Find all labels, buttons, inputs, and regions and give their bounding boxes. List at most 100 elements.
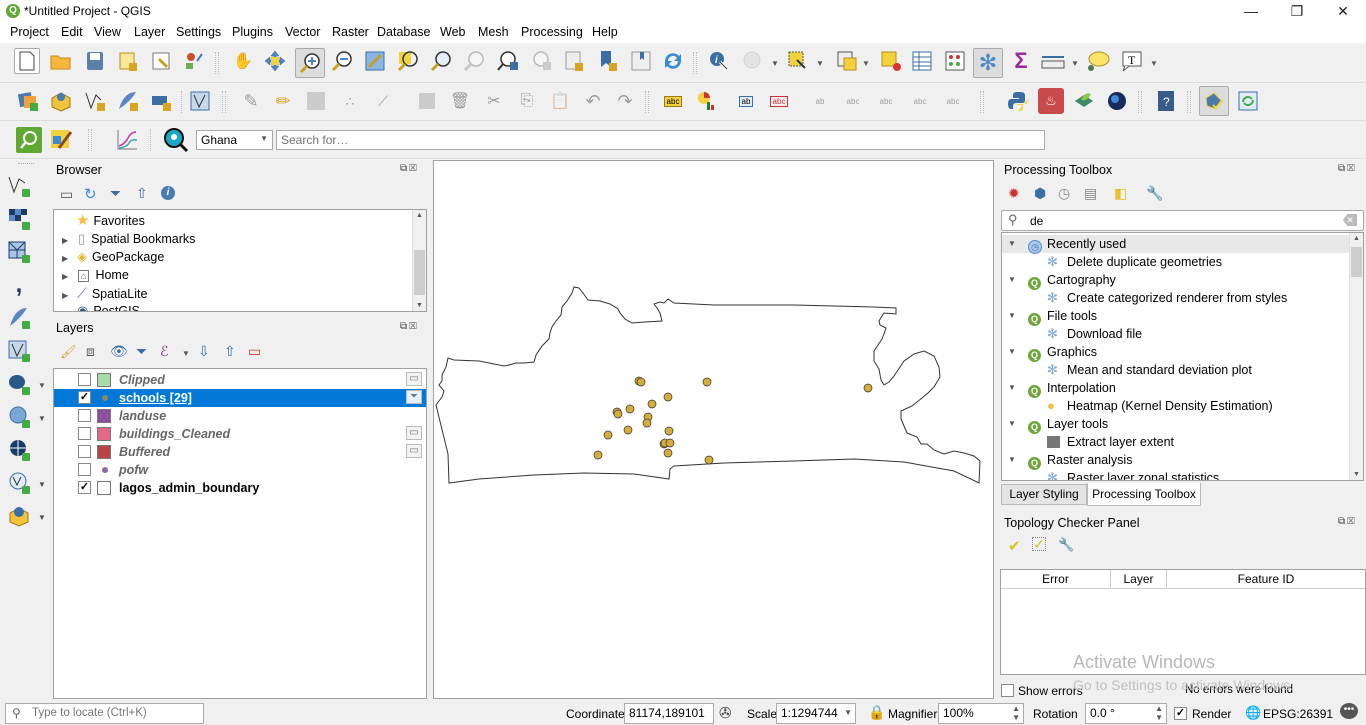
panel-float-close-icons[interactable]: ⧉☒ xyxy=(1338,163,1357,174)
filter-legend-icon[interactable]: ⏷ xyxy=(136,343,147,360)
chevron-down-icon[interactable]: ▼ xyxy=(38,381,46,390)
menu-raster[interactable]: Raster xyxy=(330,25,371,39)
zoom-out-icon[interactable] xyxy=(329,48,355,74)
collapse-arrow-icon[interactable]: ▼ xyxy=(1008,379,1016,397)
menu-plugins[interactable]: Plugins xyxy=(230,25,275,39)
db-manager-icon[interactable]: ♨ xyxy=(1038,88,1064,114)
clear-search-icon[interactable]: ✕ xyxy=(1343,214,1357,226)
chevron-down-icon[interactable]: ▼ xyxy=(1150,59,1158,68)
coordinate-field[interactable]: 81174,189101 xyxy=(624,703,714,724)
globe-plugin-icon[interactable] xyxy=(1104,88,1130,114)
layer-row[interactable]: ✓ lagos_admin_boundary xyxy=(54,479,426,497)
school-point[interactable] xyxy=(593,450,603,460)
processing-search-field[interactable]: ⚲ de ✕ xyxy=(1001,210,1364,231)
school-point[interactable] xyxy=(863,383,873,393)
map-canvas[interactable] xyxy=(433,160,994,699)
memory-layer-icon[interactable]: ▭ xyxy=(406,426,422,440)
menu-processing[interactable]: Processing xyxy=(519,25,585,39)
new-project-icon[interactable] xyxy=(14,48,40,74)
crs-globe-icon[interactable]: 🌐 xyxy=(1245,705,1261,721)
add-virtual-layer-icon[interactable] xyxy=(6,338,32,364)
validate-extent-icon[interactable]: ✓ xyxy=(1032,537,1046,551)
menu-layer[interactable]: Layer xyxy=(132,25,167,39)
processing-group[interactable]: ▼ Q File tools xyxy=(1002,307,1350,326)
panel-float-close-icons[interactable]: ⧉☒ xyxy=(400,163,419,174)
messages-icon[interactable]: ••• xyxy=(1340,703,1358,719)
menu-help[interactable]: Help xyxy=(590,25,620,39)
current-edits-icon[interactable]: ✎ xyxy=(238,88,264,114)
layer-row[interactable]: ✓ schools [29] ⏷ xyxy=(54,389,426,407)
new-bookmark-icon[interactable] xyxy=(595,48,621,74)
processing-group[interactable]: ▼ Q Layer tools xyxy=(1002,415,1350,434)
processing-group[interactable]: ▼ ◷ Recently used xyxy=(1002,235,1350,254)
browser-item-spatialite[interactable]: ▶ ⟋ SpatiaLite xyxy=(62,284,147,302)
layer-row[interactable]: pofw xyxy=(54,461,426,479)
tab-processing-toolbox[interactable]: Processing Toolbox xyxy=(1087,483,1201,506)
rotate-label-icon[interactable]: abc xyxy=(907,88,933,114)
school-point[interactable] xyxy=(704,455,714,465)
select-by-value-icon[interactable] xyxy=(834,48,860,74)
manage-visibility-icon[interactable]: 👁 xyxy=(110,343,128,360)
paste-features-icon[interactable]: 📋 xyxy=(547,88,573,114)
browser-scrollbar[interactable]: ▲ ▼ xyxy=(412,210,426,311)
menu-web[interactable]: Web xyxy=(438,25,467,39)
school-point[interactable] xyxy=(702,377,712,387)
toggle-extents-icon[interactable]: ✇ xyxy=(719,704,732,722)
select-features-icon[interactable] xyxy=(785,48,811,74)
layer-labeling-icon[interactable]: abc xyxy=(660,88,686,114)
processing-algorithm[interactable]: ● Heatmap (Kernel Density Estimation) xyxy=(1002,397,1350,415)
school-point[interactable] xyxy=(636,377,646,387)
column-header-error[interactable]: Error xyxy=(1001,570,1111,589)
validate-all-icon[interactable]: ✔ xyxy=(1008,537,1021,555)
scale-combo[interactable]: 1:1294744 ▼ xyxy=(776,703,856,724)
change-label-icon[interactable]: abc xyxy=(940,88,966,114)
python-console-icon[interactable] xyxy=(1005,88,1031,114)
new-shapefile-layer-icon[interactable] xyxy=(82,88,108,114)
school-point[interactable] xyxy=(663,392,673,402)
processing-algorithm[interactable]: ✻ Raster layer zonal statistics xyxy=(1002,469,1350,480)
processing-algorithm[interactable]: Extract layer extent xyxy=(1002,433,1350,451)
save-project-icon[interactable] xyxy=(82,48,108,74)
column-header-feature-id[interactable]: Feature ID xyxy=(1167,570,1365,589)
cut-features-icon[interactable]: ✂ xyxy=(481,88,507,114)
scroll-down-icon[interactable]: ▼ xyxy=(416,302,423,309)
locator-search[interactable]: ⚲ Type to locate (Ctrl+K) xyxy=(5,703,204,724)
deselect-all-icon[interactable] xyxy=(878,48,904,74)
filter-icon[interactable]: ⏷ xyxy=(406,390,422,404)
collapse-all-icon[interactable]: ⇧ xyxy=(224,343,236,360)
layer-visibility-checkbox[interactable]: ✓ xyxy=(78,481,91,494)
add-group-icon[interactable]: ⧈ xyxy=(86,343,95,360)
layer-visibility-checkbox[interactable]: ✓ xyxy=(78,391,91,404)
spin-arrows-icon[interactable]: ▲ ▼ xyxy=(1155,704,1163,722)
chevron-down-icon[interactable]: ▼ xyxy=(182,349,190,358)
add-selected-icon[interactable]: ▭ xyxy=(60,186,73,203)
layer-visibility-checkbox[interactable] xyxy=(78,445,91,458)
georeferencer-icon[interactable] xyxy=(48,127,74,153)
scroll-up-icon[interactable]: ▲ xyxy=(416,212,423,219)
scroll-down-icon[interactable]: ▼ xyxy=(1353,471,1360,478)
polygon-symbol-swatch[interactable] xyxy=(97,409,111,423)
processing-algorithm[interactable]: ✻ Download file xyxy=(1002,325,1350,343)
filter-icon[interactable]: ⏷ xyxy=(110,185,121,202)
memory-layer-icon[interactable]: ▭ xyxy=(406,372,422,386)
panel-float-close-icons[interactable]: ⧉☒ xyxy=(400,321,419,332)
python-scripts-icon[interactable]: ⬢ xyxy=(1034,185,1046,202)
collapse-arrow-icon[interactable]: ▼ xyxy=(1008,451,1016,469)
add-vector-layer-icon[interactable] xyxy=(6,173,32,199)
new-map-view-icon[interactable] xyxy=(561,48,587,74)
column-header-layer[interactable]: Layer xyxy=(1111,570,1167,589)
redo-icon[interactable]: ↷ xyxy=(612,88,638,114)
panel-float-close-icons[interactable]: ⧉☒ xyxy=(1338,516,1357,527)
scrollbar-thumb[interactable] xyxy=(1351,247,1362,277)
menu-mesh[interactable]: Mesh xyxy=(476,25,511,39)
scrollbar-thumb[interactable] xyxy=(414,250,425,295)
processing-algorithm[interactable]: ✻ Create categorized renderer from styles xyxy=(1002,289,1350,307)
add-vector-tile-layer-icon[interactable] xyxy=(6,503,32,529)
processing-group[interactable]: ▼ Q Cartography xyxy=(1002,271,1350,290)
refresh-icon[interactable]: ↻ xyxy=(84,185,97,203)
configure-rules-icon[interactable]: 🔧 xyxy=(1058,537,1074,553)
memory-layer-icon[interactable]: ▭ xyxy=(406,444,422,458)
lock-scale-icon[interactable]: 🔒 xyxy=(868,704,885,721)
zoom-last-icon[interactable] xyxy=(495,48,521,74)
style-manager-icon[interactable] xyxy=(181,48,207,74)
